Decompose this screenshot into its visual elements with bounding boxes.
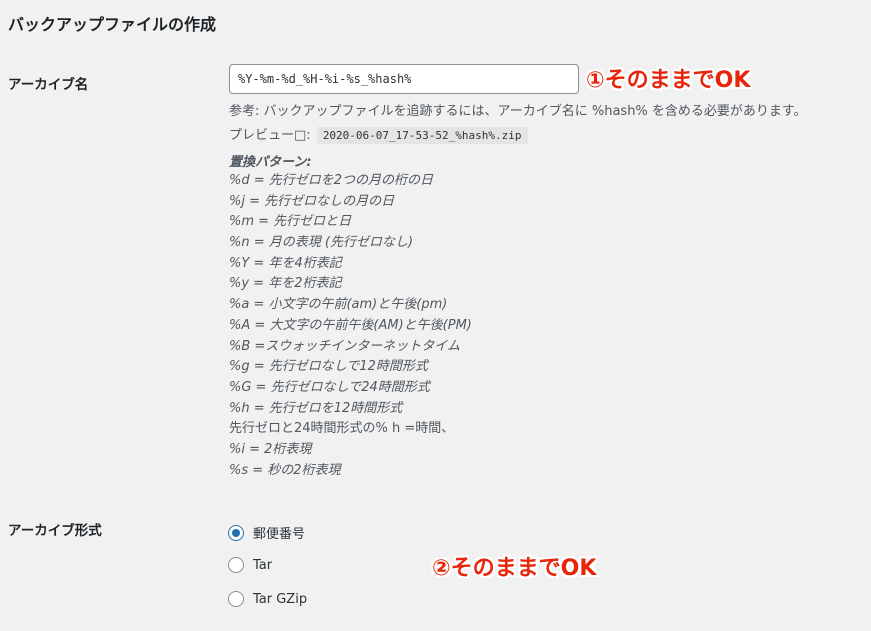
pattern-item: %y = 年を2桁表記 [229, 276, 342, 292]
pattern-item: %a = 小文字の午前(am)と午後(pm) [229, 297, 448, 313]
radio-button[interactable] [228, 591, 244, 607]
pattern-item: %m = 先行ゼロと日 [229, 214, 352, 230]
pattern-item: %j = 先行ゼロなしの月の日 [229, 193, 395, 209]
pattern-item: %G = 先行ゼロなしで24時間形式 [229, 379, 430, 395]
annotation-note-1: ①そのままでOK [586, 68, 751, 93]
pattern-item: %h = 先行ゼロを12時間形式 [229, 400, 403, 416]
preview-value: 2020-06-07_17-53-52_%hash%.zip [316, 127, 528, 144]
annotation-note-2: ②そのままでOK [432, 556, 597, 581]
archive-name-input[interactable] [229, 64, 579, 94]
backup-settings-page: バックアップファイルの作成 アーカイブ名 ①そのままでOK 参考: バックアップ… [0, 0, 871, 631]
archive-format-label: アーカイブ形式 [8, 523, 102, 539]
format-option-zip[interactable]: 郵便番号 [228, 523, 305, 542]
format-option-label: 郵便番号 [253, 527, 306, 542]
preview-line: プレビュー□: 2020-06-07_17-53-52_%hash%.zip [229, 124, 528, 144]
pattern-item: %Y = 年を4桁表記 [229, 255, 342, 271]
pattern-item: %B =スウォッチインターネットタイム [229, 338, 461, 354]
format-option-tar[interactable]: Tar [228, 557, 272, 573]
radio-button-checked[interactable] [228, 524, 244, 541]
patterns-title: 置換パターン: [229, 155, 312, 170]
pattern-item: 先行ゼロと24時間形式の% h =時間、 [229, 421, 455, 437]
pattern-item: %g = 先行ゼロなしで12時間形式 [229, 359, 428, 375]
format-option-tar-gzip[interactable]: Tar GZip [228, 591, 307, 607]
pattern-item: %s = 秒の2桁表現 [229, 462, 341, 478]
format-option-label: Tar [253, 557, 273, 573]
radio-button[interactable] [228, 557, 244, 573]
format-option-label: Tar GZip [253, 591, 308, 607]
archive-name-hint: 参考: バックアップファイルを追跡するには、アーカイブ名に %hash% を含め… [229, 104, 807, 119]
pattern-item: %i = 2桁表現 [229, 441, 312, 457]
pattern-item: %n = 月の表現 (先行ゼロなし) [229, 235, 414, 251]
pattern-item: %d = 先行ゼロを2つの月の桁の日 [229, 173, 434, 188]
archive-name-label: アーカイブ名 [8, 77, 89, 93]
preview-label: プレビュー□: [229, 128, 311, 143]
pattern-item: %A = 大文字の午前午後(AM)と午後(PM) [229, 317, 472, 333]
section-title: バックアップファイルの作成 [8, 15, 217, 34]
patterns-list: %d = 先行ゼロを2つの月の桁の日 %j = 先行ゼロなしの月の日 %m = … [229, 171, 472, 481]
